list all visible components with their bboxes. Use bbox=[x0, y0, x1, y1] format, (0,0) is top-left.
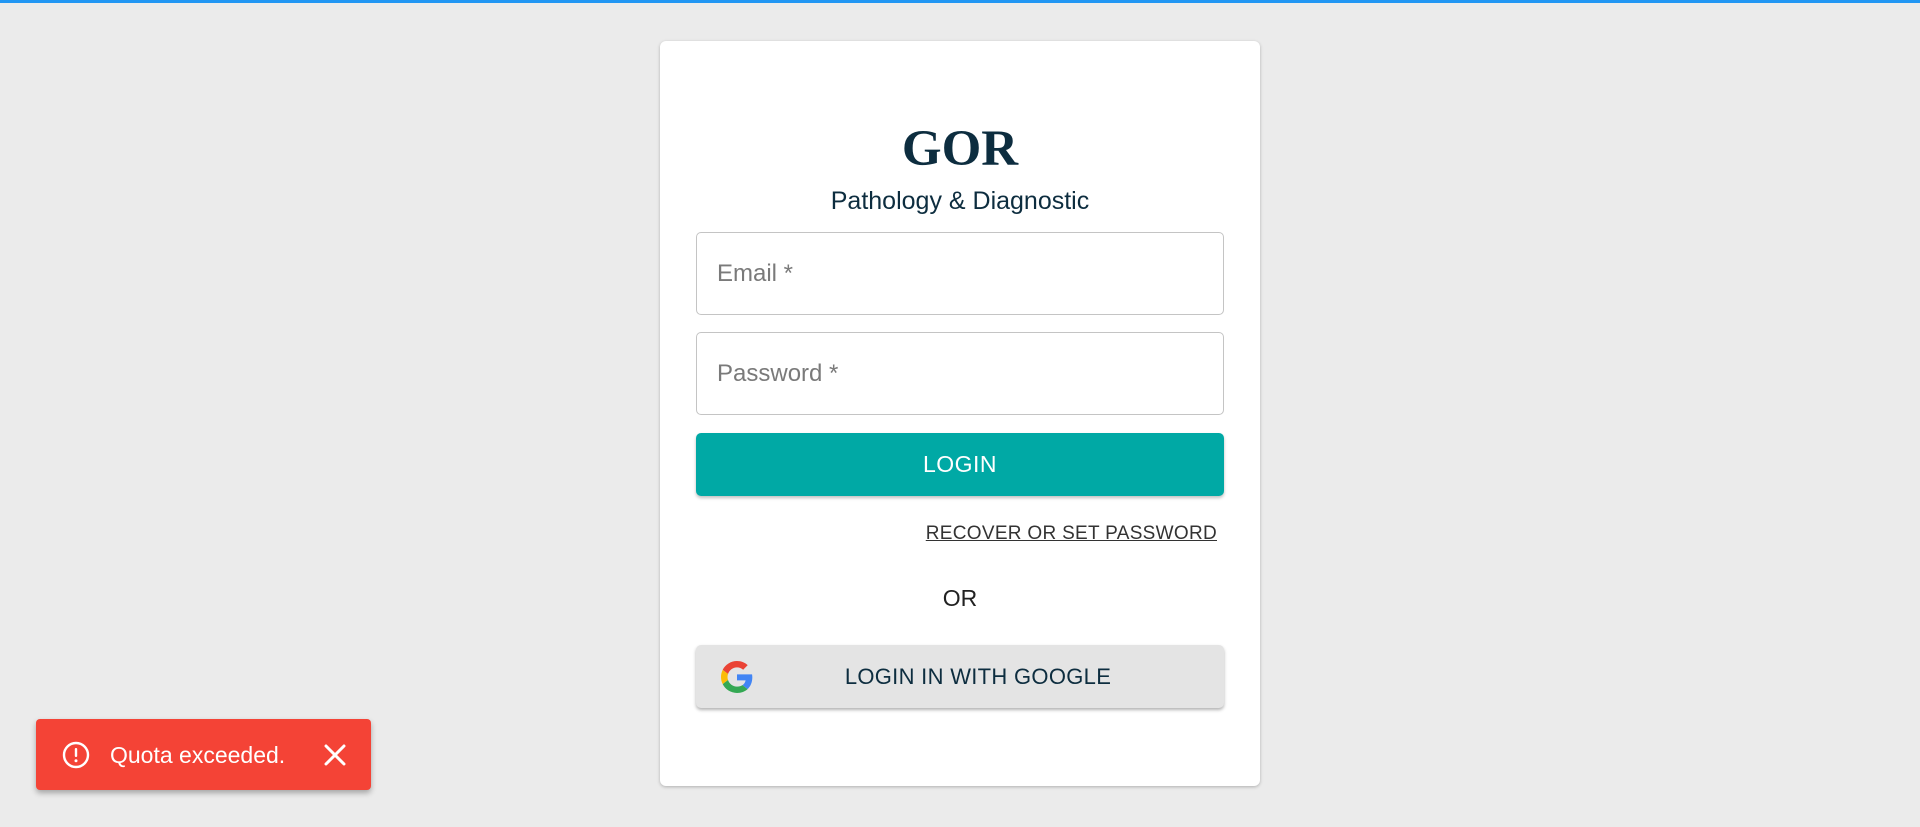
google-login-label: LOGIN IN WITH GOOGLE bbox=[844, 663, 1112, 689]
login-card: GOR Pathology & Diagnostic LOGIN RECOVER… bbox=[660, 41, 1260, 786]
alert-circle-icon bbox=[62, 741, 90, 769]
password-field[interactable] bbox=[697, 333, 1223, 414]
brand-title: GOR bbox=[901, 121, 1019, 177]
login-button[interactable]: LOGIN bbox=[696, 433, 1224, 496]
error-toast: Quota exceeded. bbox=[36, 719, 371, 790]
or-divider: OR bbox=[942, 585, 978, 611]
close-icon[interactable] bbox=[321, 741, 349, 769]
recover-password-link[interactable]: RECOVER OR SET PASSWORD bbox=[926, 523, 1217, 545]
google-login-button[interactable]: LOGIN IN WITH GOOGLE bbox=[696, 645, 1224, 708]
password-field-wrapper bbox=[696, 332, 1224, 415]
email-field-wrapper bbox=[696, 232, 1224, 315]
toast-message: Quota exceeded. bbox=[110, 742, 286, 768]
top-progress-bar bbox=[0, 0, 1920, 3]
email-field[interactable] bbox=[697, 233, 1223, 314]
brand-subtitle: Pathology & Diagnostic bbox=[830, 187, 1090, 215]
